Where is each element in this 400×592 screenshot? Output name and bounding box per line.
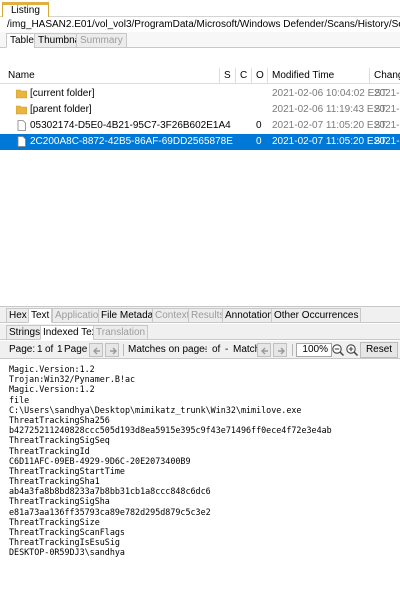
file-icon <box>17 120 26 131</box>
matches-of-label: of <box>212 344 221 355</box>
text-subtabs: Strings Indexed Text Translation <box>0 324 400 340</box>
zoom-level-field[interactable]: 100% <box>296 343 332 357</box>
text-line: ThreatTrackingSigSha <box>9 496 110 507</box>
reset-button[interactable]: Reset <box>360 342 398 358</box>
cell-modified-time: 2021-02-07 11:05:20 EST <box>272 120 387 131</box>
folder-icon <box>16 89 27 99</box>
text-line: Trojan:Win32/Pynamer.B!ac <box>9 374 136 385</box>
zoom-in-icon <box>346 344 359 357</box>
cell-modified-time: 2021-02-06 10:04:02 EST <box>272 88 388 99</box>
file-table: Name S C O Modified Time Change [current… <box>0 48 400 300</box>
cell-o: 0 <box>256 136 262 147</box>
column-header-s[interactable]: S <box>220 68 236 84</box>
listing-tabbar: Listing <box>0 0 400 17</box>
column-header-modified-time[interactable]: Modified Time <box>268 68 370 84</box>
text-line: C:\Users\sandhya\Desktop\mimikatz_trunk\… <box>9 404 302 415</box>
text-line: DESKTOP-0R59DJ3\sandhya <box>9 547 125 558</box>
matches-total: - <box>225 344 229 355</box>
text-line: Magic.Version:1.2 <box>9 384 95 395</box>
file-name: 2C200A8C-8872-42B5-86AF-69DD2565878E <box>30 136 233 147</box>
page-current: 1 <box>37 344 43 355</box>
text-line: ThreatTrackingSize <box>9 516 100 527</box>
column-header-name[interactable]: Name <box>4 68 220 84</box>
next-match-button[interactable] <box>273 343 287 357</box>
arrow-left-icon <box>93 347 100 355</box>
file-name: [current folder] <box>30 88 95 99</box>
tab-hex[interactable]: Hex <box>6 308 30 323</box>
zoom-in-button[interactable] <box>345 343 359 357</box>
text-line: b42725211240828ccc505d193d8ea5915e395c9f… <box>9 425 332 436</box>
text-line: ThreatTrackingSha256 <box>9 414 110 425</box>
text-line: Magic.Version:1.2 <box>9 364 95 374</box>
prev-page-button[interactable] <box>89 343 103 357</box>
matches-current: - <box>204 344 208 355</box>
view-tabs: Table Thumbnail Summary <box>0 32 400 48</box>
cell-change-time: 2021-0 <box>374 120 400 131</box>
text-line: ThreatTrackingSigSeq <box>9 435 110 446</box>
indexed-text-view[interactable]: Magic.Version:1.2 Trojan:Win32/Pynamer.B… <box>0 360 400 592</box>
cell-change-time: 2021-0 <box>374 136 400 147</box>
file-icon <box>17 136 26 147</box>
column-header-o[interactable]: O <box>252 68 268 84</box>
content-viewer: Hex Text Application File Metadata Conte… <box>0 306 400 592</box>
text-line: ab4a3fa8b8bd8233a7b8bb31cb1a8ccc848c6dc6 <box>9 486 211 497</box>
path-bar: /img_HASAN2.E01/vol_vol3/ProgramData/Mic… <box>0 17 400 32</box>
toolbar-separator <box>123 344 124 356</box>
prev-match-button[interactable] <box>257 343 271 357</box>
matches-label: Matches on page: <box>128 344 208 355</box>
page-label: Page: <box>9 344 36 355</box>
text-line: ThreatTrackingScanFlags <box>9 527 125 537</box>
table-row[interactable]: [current folder] 2021-02-06 10:04:02 EST… <box>0 86 400 102</box>
page-of-label: of <box>45 344 54 355</box>
cell-change-time: 2021-0 <box>374 104 400 115</box>
text-line: file <box>9 394 30 405</box>
tab-listing[interactable]: Listing <box>2 2 49 17</box>
cell-change-time: 2021-0 <box>374 88 400 99</box>
page-word: Page <box>64 344 88 355</box>
cell-o: 0 <box>256 120 262 131</box>
arrow-right-icon <box>110 347 117 355</box>
tab-other-occurrences[interactable]: Other Occurrences <box>271 308 362 323</box>
tab-context[interactable]: Context <box>152 308 193 323</box>
text-line: ThreatTrackingId <box>9 445 90 456</box>
tab-text[interactable]: Text <box>28 308 53 323</box>
column-header-c[interactable]: C <box>236 68 252 84</box>
text-line: ThreatTrackingSha1 <box>9 476 100 487</box>
toolbar-separator <box>292 344 293 356</box>
arrow-left-icon <box>261 347 268 355</box>
zoom-out-button[interactable] <box>331 343 345 357</box>
folder-icon <box>16 105 27 115</box>
tab-strings[interactable]: Strings <box>6 325 44 340</box>
content-tabs: Hex Text Application File Metadata Conte… <box>0 307 400 323</box>
text-line: ThreatTrackingStartTime <box>9 465 125 476</box>
text-line: e81a73aa136ff35793ca89e782d295d879c5c3e2 <box>9 506 211 517</box>
arrow-right-icon <box>278 347 285 355</box>
tab-translation[interactable]: Translation <box>93 325 149 340</box>
text-line: C6D11AFC-09EB-4929-9D6C-20E2073400B9 <box>9 455 191 466</box>
next-page-button[interactable] <box>105 343 119 357</box>
table-row[interactable]: [parent folder] 2021-02-06 11:19:43 EST … <box>0 102 400 118</box>
table-row-selected[interactable]: 2C200A8C-8872-42B5-86AF-69DD2565878E 0 2… <box>0 134 400 150</box>
page-total: 1 <box>57 344 63 355</box>
file-name: [parent folder] <box>30 104 92 115</box>
text-line: ThreatTrackingIsEsuSig <box>9 537 120 548</box>
zoom-out-icon <box>332 344 345 357</box>
cell-modified-time: 2021-02-07 11:05:20 EST <box>272 136 387 147</box>
cell-modified-time: 2021-02-06 11:19:43 EST <box>272 104 387 115</box>
file-name: 05302174-D5E0-4B21-95C7-3F26B602E1A4 <box>30 120 231 131</box>
column-header-change[interactable]: Change <box>370 68 400 84</box>
table-row[interactable]: 05302174-D5E0-4B21-95C7-3F26B602E1A4 0 2… <box>0 118 400 134</box>
text-toolbar: Page: 1 of 1 Page Matches on page: - of … <box>0 341 400 359</box>
table-header: Name S C O Modified Time Change <box>0 68 400 84</box>
tab-summary[interactable]: Summary <box>76 33 127 48</box>
